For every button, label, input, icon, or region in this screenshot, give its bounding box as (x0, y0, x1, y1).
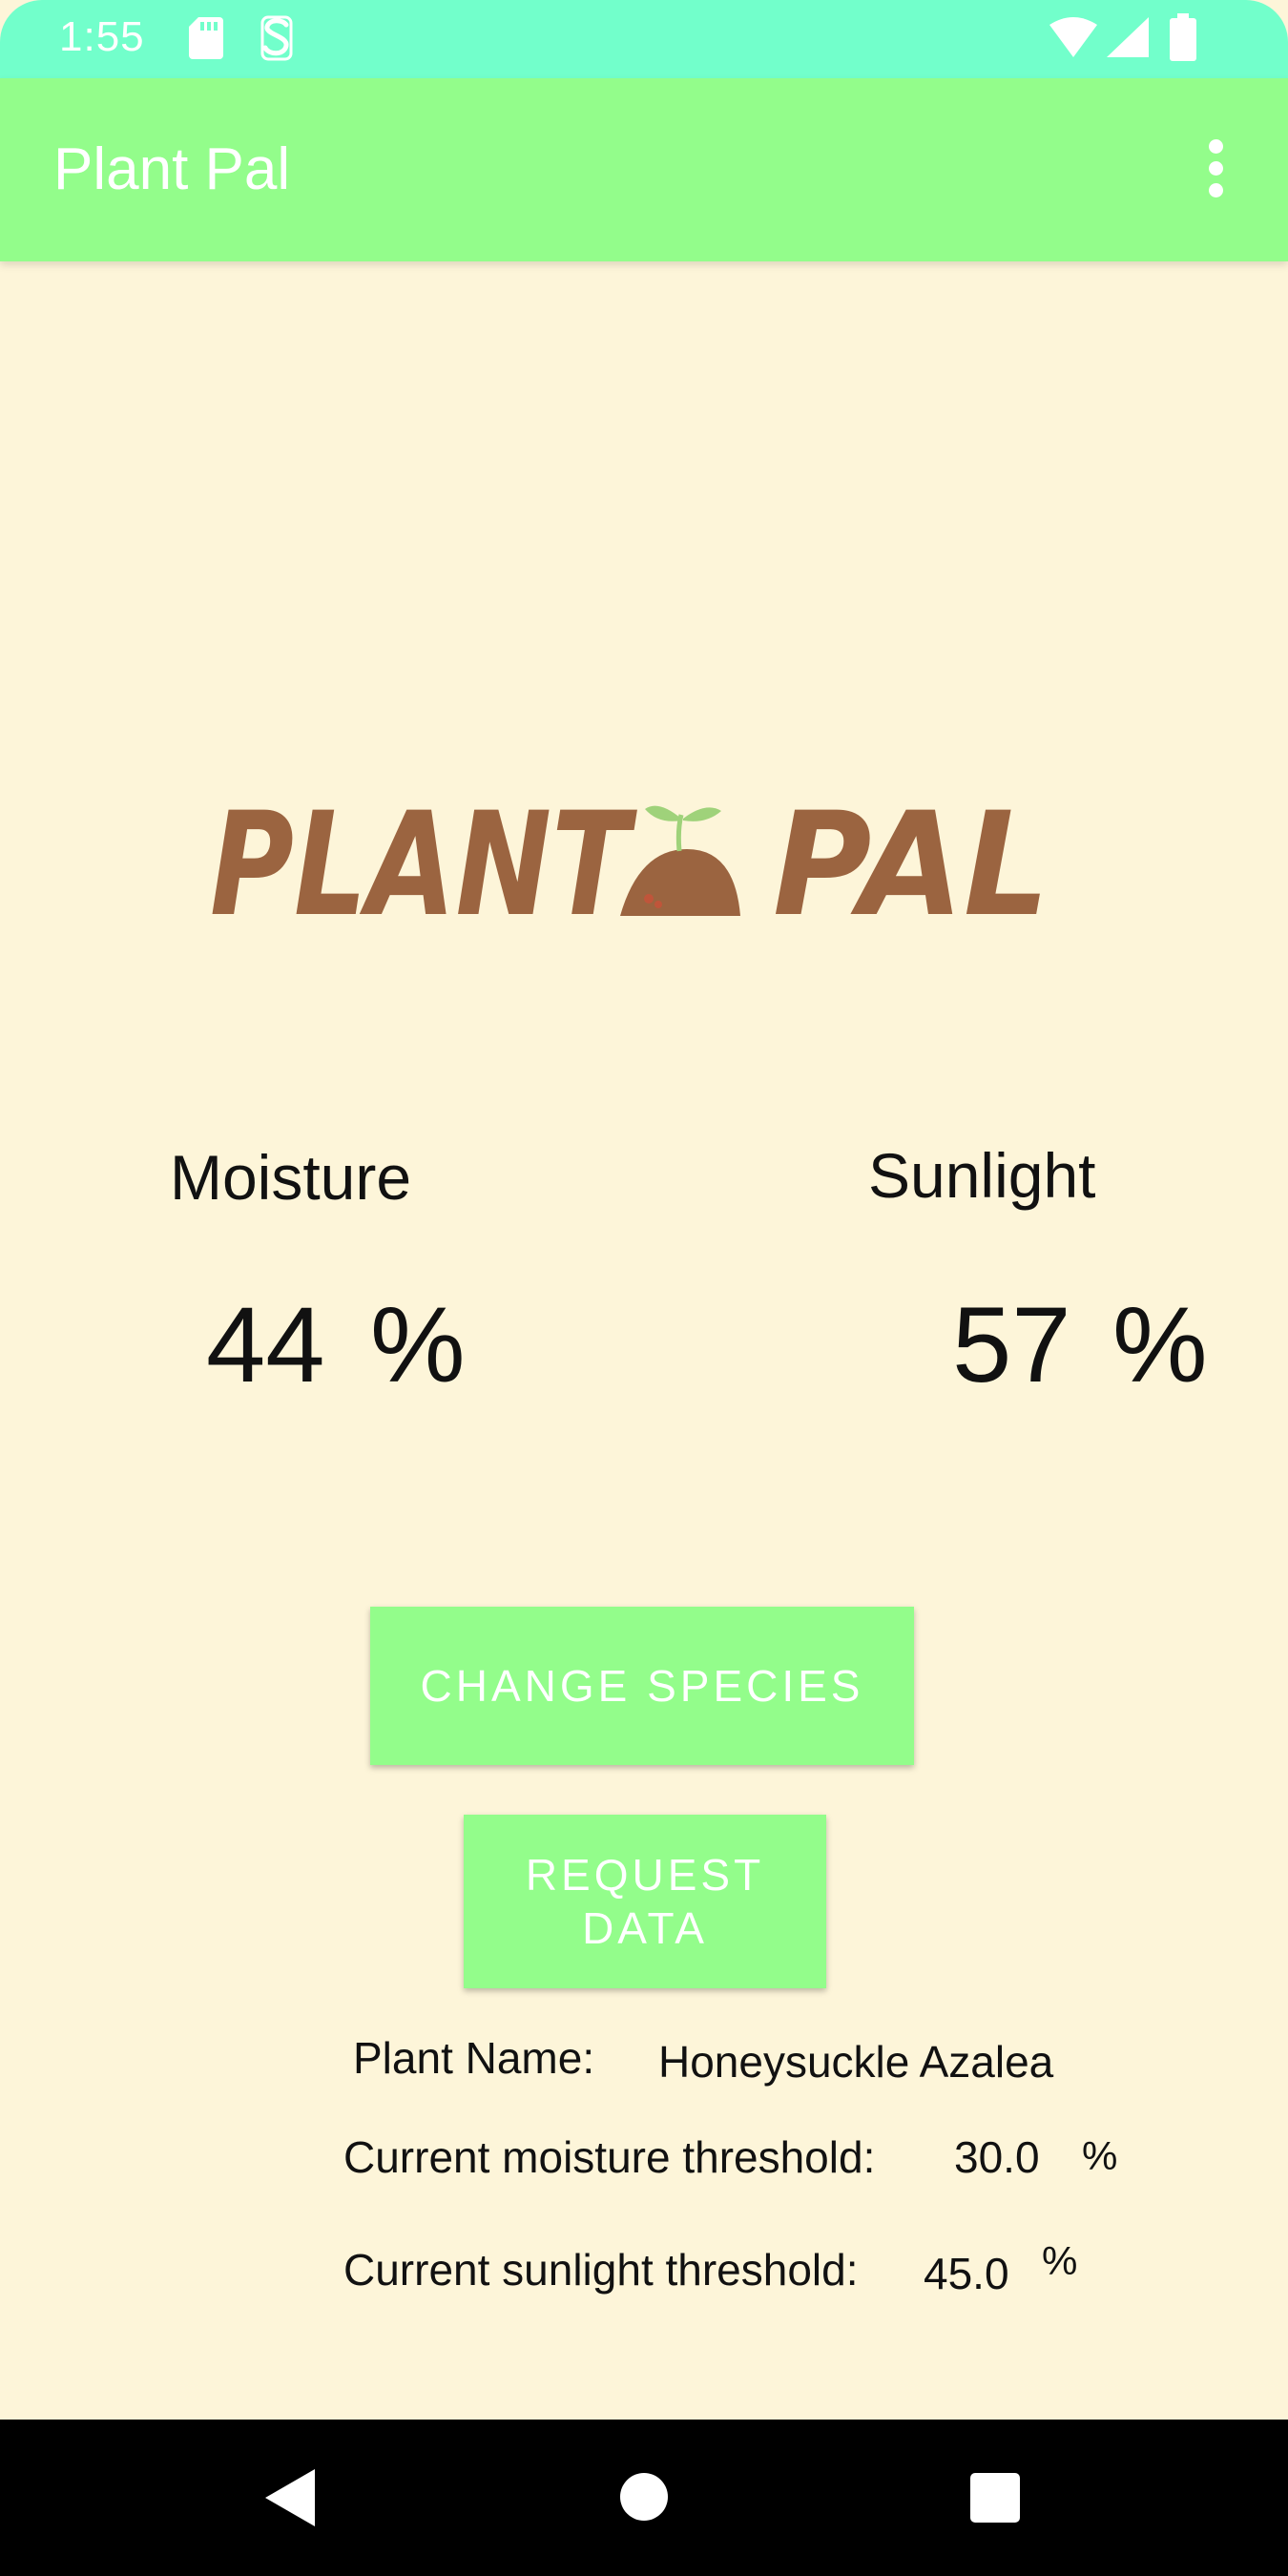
moisture-threshold-label: Current moisture threshold: (343, 2132, 876, 2182)
more-vert-icon[interactable] (1198, 139, 1233, 216)
status-time: 1:55 (59, 13, 145, 60)
recents-icon[interactable] (970, 2473, 1020, 2523)
moisture-value: 44 (206, 1285, 325, 1404)
wifi-icon (1049, 17, 1097, 57)
sunlight-threshold-value: 45.0 (924, 2249, 1009, 2298)
s-app-icon (260, 15, 293, 61)
sunlight-label: Sunlight (868, 1140, 1096, 1211)
request-data-button[interactable]: REQUEST DATA (464, 1815, 826, 1988)
app-title: Plant Pal (53, 136, 291, 202)
navigation-bar (0, 2420, 1288, 2576)
app-bar: Plant Pal (0, 78, 1288, 261)
moisture-threshold-unit: % (1082, 2133, 1118, 2178)
status-bar: 1:55 (0, 0, 1288, 78)
sunlight-value: 57 (952, 1285, 1071, 1404)
plant-name-value: Honeysuckle Azalea (658, 2037, 1054, 2087)
moisture-threshold-value: 30.0 (954, 2132, 1040, 2182)
plant-name-label: Plant Name: (353, 2033, 595, 2083)
logo-text-right: PAL (773, 792, 1049, 935)
home-icon[interactable] (620, 2473, 668, 2521)
battery-icon (1170, 13, 1196, 61)
change-species-button[interactable]: CHANGE SPECIES (370, 1607, 914, 1765)
signal-icon (1107, 17, 1149, 57)
plant-pal-logo: PLANT PAL (210, 792, 1049, 935)
moisture-label: Moisture (170, 1142, 412, 1213)
sunlight-threshold-unit: % (1042, 2238, 1078, 2283)
sunlight-unit: % (1112, 1285, 1208, 1404)
sd-card-icon (189, 17, 223, 59)
sunlight-threshold-label: Current sunlight threshold: (343, 2245, 859, 2295)
back-icon[interactable] (265, 2469, 315, 2526)
moisture-unit: % (370, 1285, 466, 1404)
logo-text-left: PLANT (210, 792, 638, 935)
